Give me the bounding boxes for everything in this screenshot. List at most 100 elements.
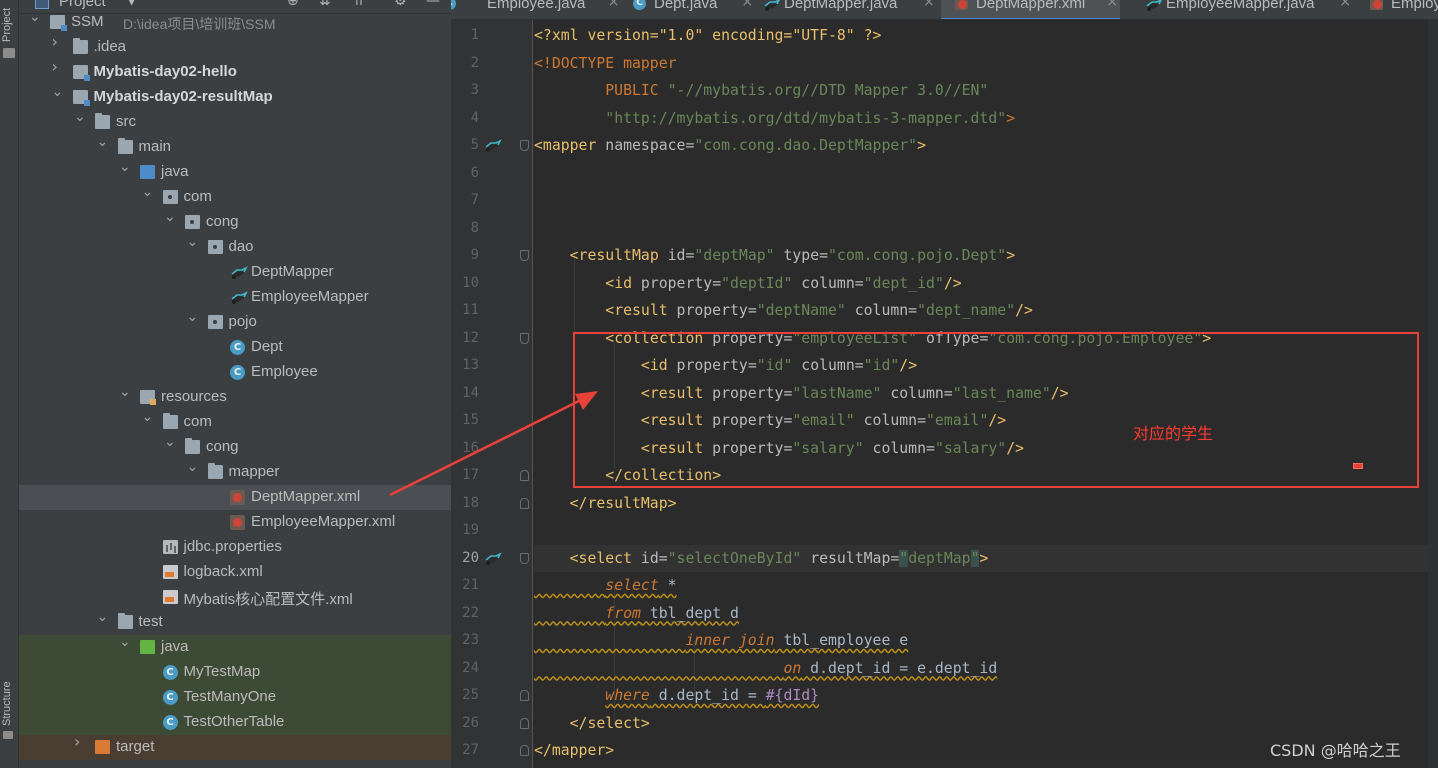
chevron-down-icon[interactable]: ⌄ xyxy=(74,110,86,124)
tree-item[interactable]: ⌄ main xyxy=(19,135,451,160)
chevron-down-icon[interactable]: ⌄ xyxy=(97,610,109,624)
chevron-down-icon[interactable]: ⌄ xyxy=(187,235,199,249)
chevron-down-icon[interactable]: ⌄ xyxy=(142,410,154,424)
mybatis-navigate-icon[interactable] xyxy=(484,551,502,565)
chevron-down-icon[interactable]: ⌄ xyxy=(164,435,176,449)
chevron-down-icon[interactable]: ⌄ xyxy=(52,85,64,99)
tree-item[interactable]: DeptMapper xyxy=(19,260,451,285)
code-token: "deptMap" xyxy=(694,247,775,264)
chevron-right-icon[interactable]: › xyxy=(74,734,80,750)
class-icon: C xyxy=(230,340,245,355)
tree-item[interactable]: logback.xml xyxy=(19,560,451,585)
config-file-icon xyxy=(162,590,178,604)
chevron-right-icon[interactable]: › xyxy=(52,34,58,50)
editor-scrollbar[interactable] xyxy=(1428,20,1438,768)
editor-tab-label: Dept.java xyxy=(654,0,718,12)
locate-file-icon[interactable]: ⊕ xyxy=(287,0,299,9)
project-tool-window-button[interactable]: Project xyxy=(1,0,13,42)
tree-item[interactable]: ⌄ java xyxy=(19,160,451,185)
class-icon: C xyxy=(162,665,178,680)
chevron-down-icon[interactable]: ⌄ xyxy=(187,310,199,324)
tree-item-label: MyTestMap xyxy=(183,663,261,680)
tree-item[interactable]: ⌄ pojo xyxy=(19,310,451,335)
collapse-all-icon[interactable]: ⇈ xyxy=(353,0,365,9)
fold-end-icon[interactable] xyxy=(520,690,529,701)
chevron-down-icon[interactable]: ⌄ xyxy=(29,10,41,24)
tree-item[interactable]: ⌄ com xyxy=(19,185,451,210)
tree-item-label: .idea xyxy=(93,38,127,55)
close-icon[interactable]: × xyxy=(923,0,935,10)
line-number: 24 xyxy=(462,659,479,676)
tree-item-label: TestOtherTable xyxy=(183,713,285,730)
fold-start-icon[interactable] xyxy=(520,552,529,564)
code-token: deptMap xyxy=(908,549,971,567)
chevron-down-icon[interactable]: ⌄ xyxy=(142,185,154,199)
fold-end-icon[interactable] xyxy=(520,717,529,729)
code-token: < xyxy=(534,274,615,292)
code-token: select xyxy=(605,577,659,594)
chevron-down-icon[interactable]: ⌄ xyxy=(187,460,199,474)
tree-item[interactable]: C Dept xyxy=(19,335,451,360)
chevron-down-icon[interactable]: ⌄ xyxy=(97,135,109,149)
editor-tab[interactable]: DeptMapper.xml × xyxy=(941,0,1120,19)
excluded-folder-icon xyxy=(95,740,110,754)
editor-tab-bar: CEmployee.java×CDept.java×DeptMapper.jav… xyxy=(451,0,1438,20)
project-view-selector[interactable]: Project xyxy=(59,0,106,10)
editor-tab[interactable]: Employ xyxy=(1356,0,1438,19)
tree-item[interactable]: C TestOtherTable xyxy=(19,710,451,735)
close-icon[interactable]: × xyxy=(608,0,620,10)
close-icon[interactable]: × xyxy=(1339,0,1351,10)
fold-start-icon[interactable] xyxy=(520,332,529,344)
code-token: " xyxy=(899,549,909,567)
mybatis-navigate-icon[interactable] xyxy=(484,138,502,152)
code-token: "deptName" xyxy=(756,302,846,319)
tree-item[interactable]: › Mybatis-day02-hello xyxy=(19,59,451,85)
tree-item[interactable]: ⌄ java xyxy=(19,635,451,660)
fold-start-icon[interactable] xyxy=(520,250,529,261)
tree-item[interactable]: ⌄ Mybatis-day02-resultMap xyxy=(19,85,451,110)
expand-all-icon[interactable]: ⇊ xyxy=(319,0,331,9)
editor-tab[interactable]: EmployeeMapper.java × xyxy=(1131,0,1353,19)
tree-item[interactable]: EmployeeMapper xyxy=(19,285,451,310)
annotation-marker xyxy=(1353,463,1363,469)
code-token: result xyxy=(614,302,668,319)
code-token: d.dept_id = xyxy=(649,687,766,704)
tree-item[interactable]: Mybatis核心配置文件.xml xyxy=(19,585,451,610)
editor-tab[interactable]: C Dept.java × xyxy=(619,0,756,19)
hide-panel-icon[interactable]: — xyxy=(426,0,440,9)
gear-icon[interactable]: ⚙ xyxy=(394,0,407,9)
code-line: </select> xyxy=(534,710,650,737)
tree-item[interactable]: ⌄ SSM D:\idea项目\培训班\SSM xyxy=(19,10,451,35)
chevron-down-icon[interactable]: ▼ xyxy=(127,0,136,7)
editor-tab[interactable]: DeptMapper.java × xyxy=(749,0,937,19)
code-line: </mapper> xyxy=(534,737,614,764)
annotation-arrow xyxy=(389,391,598,497)
line-number: 13 xyxy=(462,357,479,373)
tree-item[interactable]: › target xyxy=(19,734,451,760)
editor-tab[interactable]: C Employee.java × xyxy=(451,0,622,19)
tree-item[interactable]: C MyTestMap xyxy=(19,660,451,685)
fold-end-icon[interactable] xyxy=(520,745,529,756)
tree-item-label: pojo xyxy=(228,313,257,330)
tree-item[interactable]: ⌄ dao xyxy=(19,235,451,260)
tree-item[interactable]: ⌄ src xyxy=(19,110,451,135)
close-icon[interactable]: × xyxy=(1106,0,1118,10)
tree-item[interactable]: C TestManyOne xyxy=(19,685,451,710)
tree-item[interactable]: jdbc.properties xyxy=(19,535,451,560)
tree-item[interactable]: › .idea xyxy=(19,34,451,60)
chevron-down-icon[interactable]: ⌄ xyxy=(119,160,131,174)
line-number: 8 xyxy=(470,219,479,236)
project-view-icon xyxy=(35,0,49,9)
tree-item[interactable]: ⌄ test xyxy=(19,610,451,635)
line-number: 2 xyxy=(470,54,479,71)
fold-start-icon[interactable] xyxy=(520,140,529,151)
chevron-right-icon[interactable]: › xyxy=(52,59,58,75)
chevron-down-icon[interactable]: ⌄ xyxy=(164,210,176,224)
structure-tool-window-button[interactable]: Structure xyxy=(1,660,13,726)
chevron-down-icon[interactable]: ⌄ xyxy=(119,635,131,649)
code-token: </ xyxy=(534,714,588,732)
tree-item[interactable]: EmployeeMapper.xml xyxy=(19,510,451,535)
tree-item[interactable]: ⌄ cong xyxy=(19,210,451,235)
tree-item-label: SSM xyxy=(71,13,104,30)
chevron-down-icon[interactable]: ⌄ xyxy=(119,385,131,399)
